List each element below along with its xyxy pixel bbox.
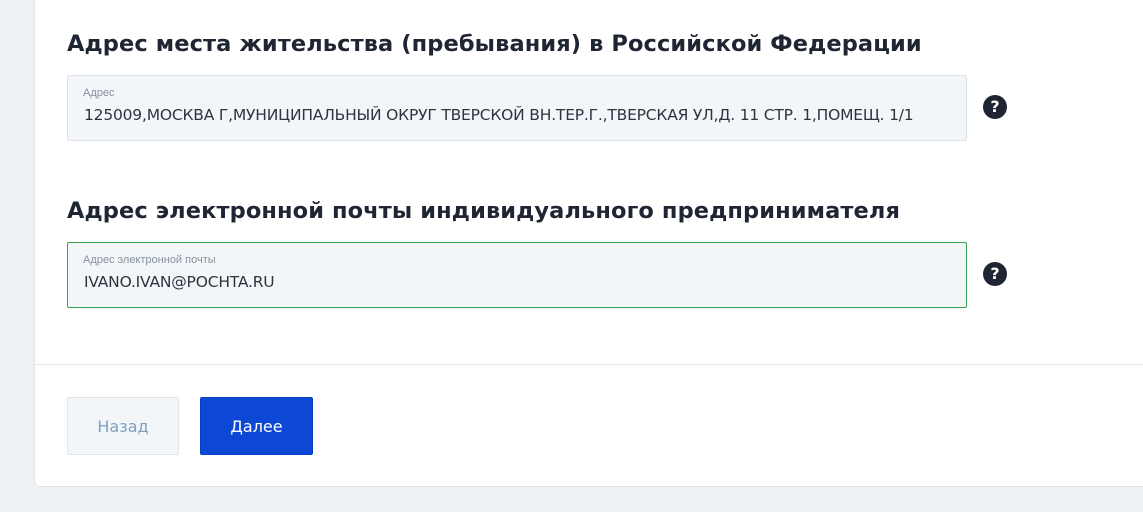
residence-address-field[interactable]: Адрес 125009,МОСКВА Г,МУНИЦИПАЛЬНЫЙ ОКРУ… [67, 75, 967, 141]
email-field-value[interactable]: IVANO.IVAN@POCHTA.RU [84, 273, 275, 291]
email-heading: Адрес электронной почты индивидуального … [67, 198, 901, 224]
back-button[interactable]: Назад [67, 397, 179, 455]
residence-address-value: 125009,МОСКВА Г,МУНИЦИПАЛЬНЫЙ ОКРУГ ТВЕР… [84, 106, 914, 124]
email-field[interactable]: Адрес электронной почты IVANO.IVAN@POCHT… [67, 242, 967, 308]
actions-divider [34, 364, 1143, 365]
residence-address-label: Адрес [83, 87, 115, 99]
residence-help-icon[interactable]: ? [983, 95, 1007, 119]
email-help-icon[interactable]: ? [983, 262, 1007, 286]
next-button[interactable]: Далее [200, 397, 313, 455]
email-field-label: Адрес электронной почты [83, 254, 216, 266]
residence-address-heading: Адрес места жительства (пребывания) в Ро… [67, 31, 922, 57]
